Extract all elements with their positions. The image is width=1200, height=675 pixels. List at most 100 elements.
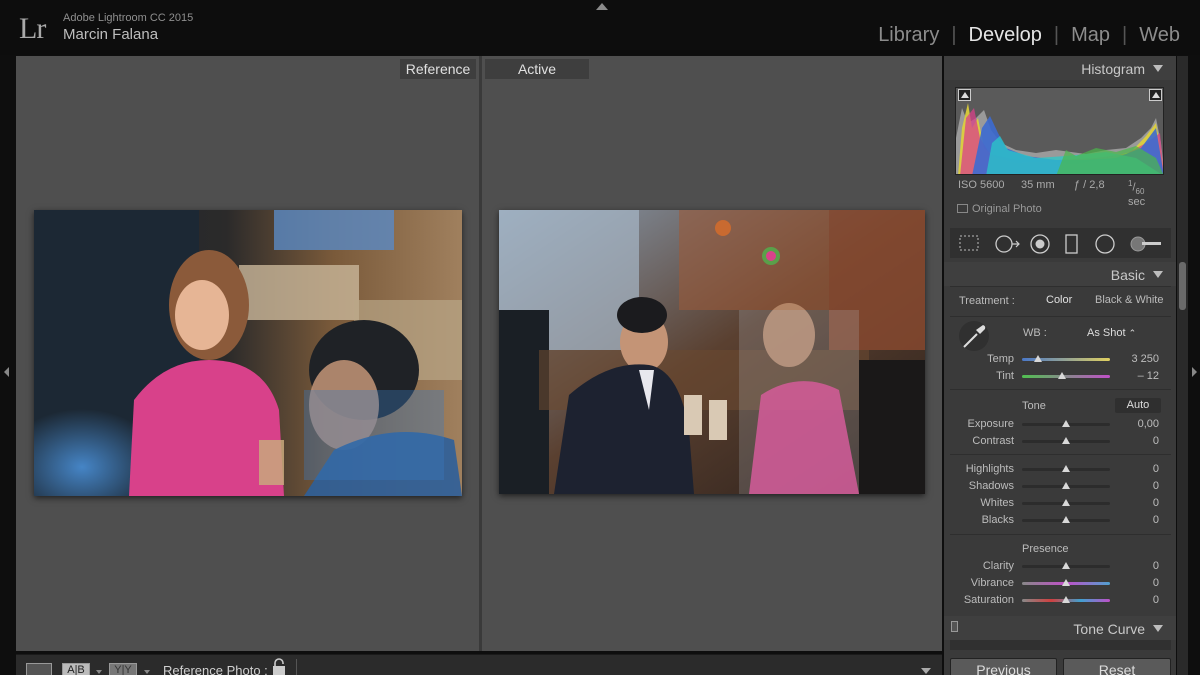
temp-value[interactable]: 3 250: [1099, 353, 1159, 365]
reset-button[interactable]: Reset: [1063, 658, 1171, 675]
reference-label: Reference: [400, 59, 476, 79]
clarity-value[interactable]: 0: [1099, 560, 1159, 572]
scrollbar-thumb[interactable]: [1179, 262, 1186, 310]
left-panel-toggle-icon[interactable]: [4, 367, 9, 377]
exif-info: ISO 5600 35 mm ƒ / 2,8 1/60 sec: [958, 179, 1164, 208]
shadows-value[interactable]: 0: [1099, 480, 1159, 492]
histogram-title: Histogram: [1081, 61, 1145, 77]
red-eye-icon[interactable]: [1029, 234, 1051, 254]
graduated-filter-icon[interactable]: [1064, 234, 1080, 254]
radial-filter-icon[interactable]: [1094, 234, 1116, 254]
toolbar-options-icon[interactable]: [921, 668, 931, 674]
tone-curve-panel-header[interactable]: Tone Curve: [944, 616, 1176, 640]
right-panel-scrollbar[interactable]: [1177, 56, 1188, 675]
saturation-value[interactable]: 0: [1099, 594, 1159, 606]
panel-divider: [950, 389, 1171, 390]
highlight-clipping-toggle[interactable]: [1149, 89, 1162, 101]
module-develop[interactable]: Develop: [969, 24, 1042, 47]
highlights-label: Highlights: [965, 463, 1014, 475]
crop-overlay-icon[interactable]: [958, 234, 980, 252]
whites-label: Whites: [980, 497, 1014, 509]
module-web[interactable]: Web: [1139, 24, 1180, 47]
saturation-slider-thumb[interactable]: [1062, 596, 1070, 603]
previous-button[interactable]: Previous: [950, 658, 1057, 675]
tint-label: Tint: [996, 370, 1014, 382]
panel-divider: [950, 316, 1171, 317]
highlights-value[interactable]: 0: [1099, 463, 1159, 475]
histogram-panel-header[interactable]: Histogram: [944, 56, 1176, 80]
user-name: Marcin Falana: [63, 26, 159, 43]
tint-slider-thumb[interactable]: [1057, 372, 1066, 379]
original-photo-checkbox[interactable]: [957, 204, 968, 213]
tint-slider[interactable]: [1022, 375, 1110, 378]
vibrance-slider-thumb[interactable]: [1062, 579, 1070, 586]
before-after-button[interactable]: Y|Y: [109, 663, 137, 675]
histogram-graph[interactable]: [955, 87, 1164, 175]
module-map[interactable]: Map: [1071, 24, 1110, 47]
temp-slider-thumb[interactable]: [1033, 355, 1042, 362]
clarity-label: Clarity: [982, 560, 1014, 572]
exposure-slider-thumb[interactable]: [1062, 420, 1070, 427]
exposure-value[interactable]: 0,00: [1099, 418, 1159, 430]
panel-divider: [950, 454, 1171, 455]
whites-value[interactable]: 0: [1099, 497, 1159, 509]
lock-icon[interactable]: [272, 658, 286, 675]
blacks-slider-thumb[interactable]: [1062, 516, 1070, 523]
treatment-color-option[interactable]: Color: [1046, 294, 1072, 306]
contrast-slider-thumb[interactable]: [1062, 437, 1070, 444]
iso-value: ISO 5600: [958, 179, 1005, 191]
module-picker: Library | Develop | Map | Web: [878, 24, 1180, 47]
highlights-slider-thumb[interactable]: [1062, 465, 1070, 472]
tone-curve-title: Tone Curve: [1073, 621, 1145, 637]
panel-divider: [950, 286, 1171, 287]
focal-length: 35 mm: [1021, 179, 1055, 191]
collapse-triangle-icon[interactable]: [1153, 65, 1163, 72]
module-library[interactable]: Library: [878, 24, 939, 47]
active-photo[interactable]: [499, 210, 925, 494]
collapse-triangle-icon[interactable]: [1153, 625, 1163, 632]
toolbar-separator: [296, 659, 297, 675]
treatment-label: Treatment :: [959, 295, 1015, 307]
treatment-bw-option[interactable]: Black & White: [1095, 294, 1163, 306]
reference-photo[interactable]: [34, 210, 462, 496]
saturation-label: Saturation: [963, 594, 1014, 606]
contrast-label: Contrast: [972, 435, 1014, 447]
spot-removal-icon[interactable]: [994, 234, 1020, 254]
vibrance-value[interactable]: 0: [1099, 577, 1159, 589]
original-photo-toggle[interactable]: Original Photo: [957, 203, 1042, 215]
shadows-label: Shadows: [968, 480, 1014, 492]
vibrance-label: Vibrance: [970, 577, 1014, 589]
basic-panel-header[interactable]: Basic: [944, 262, 1176, 286]
temp-label: Temp: [987, 353, 1014, 365]
shutter-speed: 1/60 sec: [1128, 179, 1146, 208]
shadows-slider-thumb[interactable]: [1062, 482, 1070, 489]
tint-value[interactable]: – 12: [1099, 370, 1159, 382]
active-label: Active: [485, 59, 589, 79]
contrast-value[interactable]: 0: [1099, 435, 1159, 447]
auto-tone-button[interactable]: Auto: [1115, 398, 1161, 413]
wb-label: WB :: [1023, 327, 1047, 339]
panel-enable-toggle[interactable]: [951, 621, 958, 632]
blacks-value[interactable]: 0: [1099, 514, 1159, 526]
top-bar: Lr Adobe Lightroom CC 2015 Marcin Falana…: [0, 0, 1200, 55]
clarity-slider-thumb[interactable]: [1062, 562, 1070, 569]
module-separator: |: [951, 24, 957, 46]
shutter-unit: sec: [1128, 195, 1146, 208]
shutter-denominator: 60: [1135, 186, 1145, 196]
right-panel-toggle-icon[interactable]: [1192, 367, 1197, 377]
chevron-down-icon[interactable]: [96, 670, 102, 674]
adjustment-brush-icon[interactable]: [1128, 234, 1162, 254]
collapse-triangle-icon[interactable]: [1153, 271, 1163, 278]
loupe-view-button[interactable]: [26, 663, 52, 675]
ab-compare-button[interactable]: A|B: [62, 663, 90, 675]
collapse-top-panel-arrow-icon[interactable]: [596, 3, 608, 10]
shadow-clipping-toggle[interactable]: [958, 89, 971, 101]
exposure-label: Exposure: [967, 418, 1014, 430]
wb-value: As Shot: [1087, 327, 1126, 339]
wb-dropdown[interactable]: As Shot ⌃: [1087, 327, 1136, 339]
whites-slider-thumb[interactable]: [1062, 499, 1070, 506]
chevron-down-icon[interactable]: [144, 670, 150, 674]
eyedropper-icon[interactable]: [958, 320, 990, 352]
panel-divider: [950, 534, 1171, 535]
lightroom-logo: Lr: [19, 12, 46, 45]
